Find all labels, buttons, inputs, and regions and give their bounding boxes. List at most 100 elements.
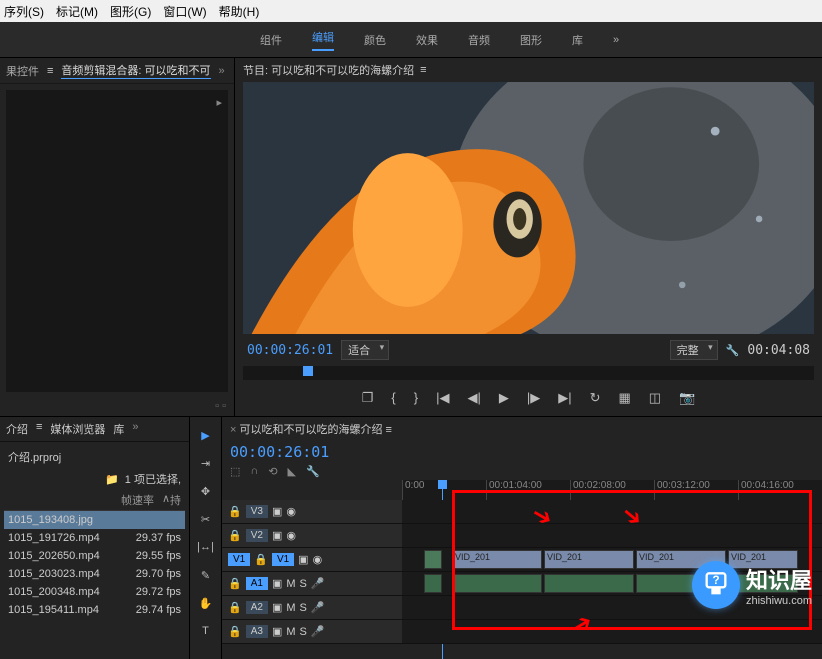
export-frame-button[interactable]: ▦ — [618, 390, 630, 406]
brace-in-button[interactable]: { — [391, 390, 395, 406]
clip[interactable] — [452, 574, 542, 593]
track-tag[interactable]: V1 — [272, 553, 294, 566]
col-duration[interactable]: 持 — [170, 492, 181, 508]
effect-controls-tab[interactable]: 果控件 — [6, 63, 39, 79]
type-tool[interactable]: T — [196, 621, 216, 641]
time-ruler[interactable]: 0:00 00:01:04:00 00:02:08:00 00:03:12:00… — [402, 480, 822, 500]
program-scrubber[interactable] — [243, 366, 814, 380]
eye-icon[interactable]: ◉ — [286, 529, 296, 542]
toggle-output[interactable]: ▣ — [272, 529, 282, 542]
folder-icon[interactable]: 📁 — [105, 473, 119, 486]
step-fwd-button[interactable]: |▶ — [527, 390, 540, 406]
lock-icon[interactable]: 🔒 — [254, 553, 268, 566]
toggle-output[interactable]: ▣ — [298, 553, 308, 566]
menu-mark[interactable]: 标记(M) — [56, 3, 98, 20]
snapshot-button[interactable]: ◫ — [649, 390, 661, 406]
lock-icon[interactable]: 🔒 — [228, 577, 242, 590]
quality-dropdown[interactable]: 完整 — [670, 340, 718, 360]
camera-icon[interactable]: 📷 — [679, 390, 695, 406]
tab-audio[interactable]: 音频 — [468, 32, 490, 48]
slip-tool[interactable]: |↔| — [196, 537, 216, 557]
wrench-icon[interactable]: 🔧 — [726, 344, 740, 357]
brace-out-button[interactable]: } — [414, 390, 418, 406]
ripple-tool[interactable]: ✥ — [196, 481, 216, 501]
menu-window[interactable]: 窗口(W) — [163, 3, 206, 20]
zoom-fit-dropdown[interactable]: 适合 — [341, 340, 389, 360]
lock-icon[interactable]: 🔒 — [228, 601, 242, 614]
clip[interactable] — [424, 550, 442, 569]
track-content[interactable] — [402, 500, 822, 523]
mute-button[interactable]: M — [286, 578, 295, 590]
project-item[interactable]: 1015_203023.mp4 29.70 fps — [4, 565, 185, 583]
source-patch[interactable]: V1 — [228, 553, 250, 566]
link-icon[interactable]: ⟲ — [268, 465, 277, 478]
voice-icon[interactable]: 🎤 — [311, 577, 325, 590]
settings-icon[interactable]: 🔧 — [306, 465, 320, 478]
project-item[interactable]: 1015_202650.mp4 29.55 fps — [4, 547, 185, 565]
track-select-tool[interactable]: ⇥ — [196, 453, 216, 473]
panel-overflow[interactable]: » — [132, 421, 138, 437]
project-item[interactable]: 1015_200348.mp4 29.72 fps — [4, 583, 185, 601]
voice-icon[interactable]: 🎤 — [311, 601, 325, 614]
program-monitor[interactable] — [243, 82, 814, 334]
media-browser-tab[interactable]: 媒体浏览器 — [50, 421, 105, 437]
track-content[interactable] — [402, 524, 822, 547]
project-item[interactable]: 1015_195411.mp4 29.74 fps — [4, 601, 185, 619]
track-tag[interactable]: A1 — [246, 577, 268, 590]
library-tab[interactable]: 库 — [113, 421, 124, 437]
track-tag[interactable]: V2 — [246, 529, 268, 542]
eye-icon[interactable]: ◉ — [313, 553, 323, 566]
panel-menu-icon[interactable]: ≡ — [47, 65, 53, 77]
track-content[interactable] — [402, 620, 822, 643]
mute-button[interactable]: M — [286, 602, 295, 614]
toggle-output[interactable]: ▣ — [272, 577, 282, 590]
lock-icon[interactable]: 🔒 — [228, 529, 242, 542]
go-start-button[interactable]: |◀ — [436, 390, 449, 406]
clip[interactable]: VID_201 — [544, 550, 634, 569]
toggle-output[interactable]: ▣ — [272, 625, 282, 638]
panel-overflow[interactable]: » — [219, 65, 225, 77]
track-tag[interactable]: V3 — [246, 505, 268, 518]
hand-tool[interactable]: ✋ — [196, 593, 216, 613]
solo-button[interactable]: S — [300, 578, 307, 590]
go-end-button[interactable]: ▶| — [558, 390, 571, 406]
razor-tool[interactable]: ✂ — [196, 509, 216, 529]
program-timecode[interactable]: 00:00:26:01 — [247, 343, 333, 358]
toggle-output[interactable]: ▣ — [272, 601, 282, 614]
tab-color[interactable]: 颜色 — [364, 32, 386, 48]
panel-menu-icon[interactable]: ≡ — [420, 64, 426, 76]
clip[interactable] — [544, 574, 634, 593]
loop-button[interactable]: ↻ — [590, 390, 601, 406]
clip[interactable] — [424, 574, 442, 593]
lock-icon[interactable]: 🔒 — [228, 505, 242, 518]
pen-tool[interactable]: ✎ — [196, 565, 216, 585]
selection-tool[interactable]: ▶ — [196, 425, 216, 445]
playhead-icon[interactable] — [303, 366, 313, 376]
tab-effects[interactable]: 效果 — [416, 32, 438, 48]
tab-assembly[interactable]: 组件 — [260, 32, 282, 48]
tab-library[interactable]: 库 — [572, 32, 583, 48]
tab-more[interactable]: » — [613, 34, 619, 46]
step-back-button[interactable]: ◀| — [467, 390, 480, 406]
tab-graphics[interactable]: 图形 — [520, 32, 542, 48]
tab-edit[interactable]: 编辑 — [312, 29, 334, 51]
mute-button[interactable]: M — [286, 626, 295, 638]
menu-graphics[interactable]: 图形(G) — [110, 3, 151, 20]
project-tab[interactable]: 介绍 — [6, 421, 28, 437]
eye-icon[interactable]: ◉ — [286, 505, 296, 518]
audio-mixer-tab[interactable]: 音频剪辑混合器: 可以吃和不可 — [61, 62, 210, 79]
toggle-output[interactable]: ▣ — [272, 505, 282, 518]
marker-icon[interactable]: ◣ — [288, 465, 296, 478]
menu-help[interactable]: 帮助(H) — [219, 3, 260, 20]
panel-menu-icon[interactable]: ≡ — [36, 421, 42, 437]
solo-button[interactable]: S — [300, 602, 307, 614]
snap-icon[interactable]: ⬚ — [230, 465, 240, 478]
play-button[interactable]: ▶ — [499, 390, 509, 406]
expand-icon[interactable]: ▸ — [216, 96, 222, 109]
voice-icon[interactable]: 🎤 — [311, 625, 325, 638]
menu-sequence[interactable]: 序列(S) — [4, 3, 44, 20]
project-item[interactable]: 1015_193408.jpg — [4, 511, 185, 529]
track-tag[interactable]: A3 — [246, 625, 268, 638]
solo-button[interactable]: S — [300, 626, 307, 638]
project-item[interactable]: 1015_191726.mp4 29.37 fps — [4, 529, 185, 547]
